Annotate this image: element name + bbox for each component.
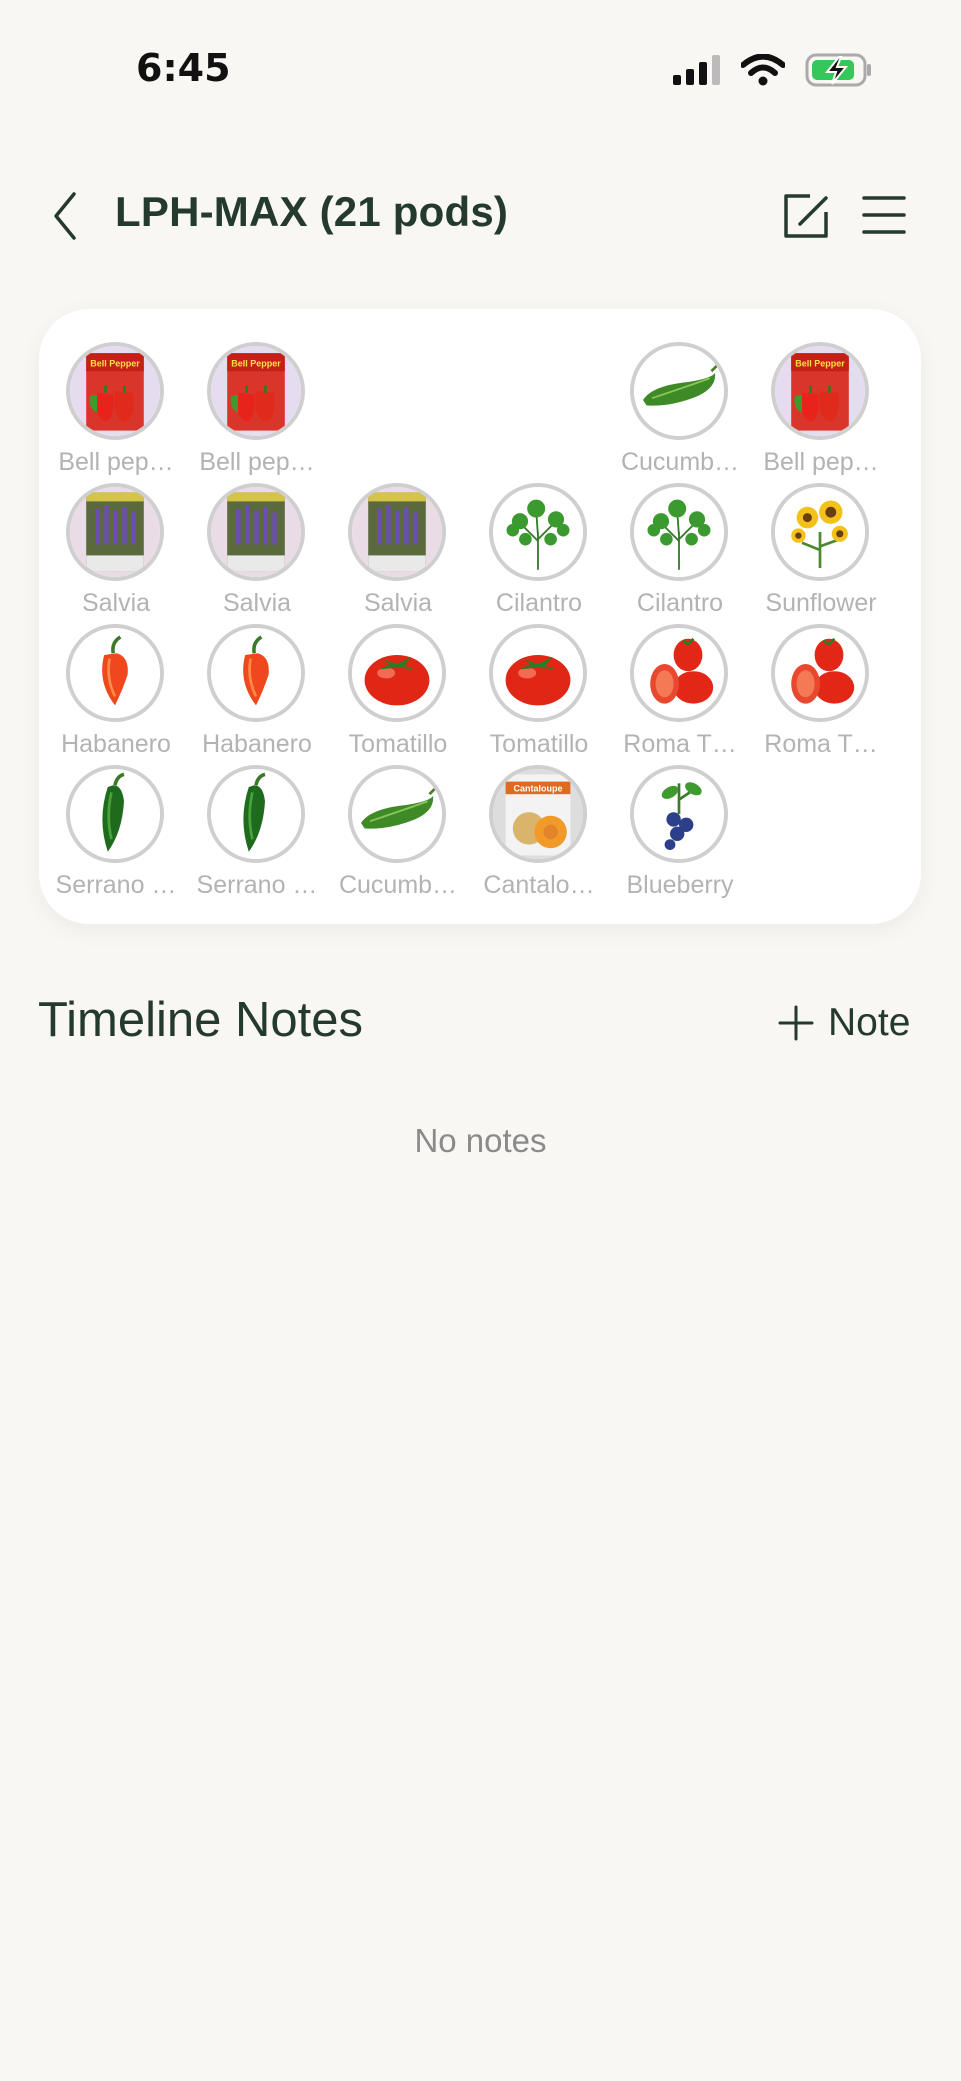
status-icons <box>673 52 873 88</box>
blueberry-icon <box>630 765 728 863</box>
cellular-signal-icon <box>673 55 720 85</box>
bell-pepper-packet-icon: Bell Pepper <box>207 342 305 440</box>
pod-item[interactable]: Roma T… <box>751 624 891 764</box>
pod-label: Habanero <box>61 730 171 758</box>
pod-item[interactable]: Bell Pepper Bell pep… <box>46 342 186 482</box>
serrano-pepper-icon <box>207 765 305 863</box>
timeline-notes-title: Timeline Notes <box>38 993 363 1047</box>
pod-label: Cucumb… <box>338 871 458 899</box>
no-notes-text: No notes <box>414 1122 547 1159</box>
pod-item[interactable]: Bell Pepper Bell pep… <box>187 342 327 482</box>
roma-tomato-icon <box>630 624 728 722</box>
pod-item[interactable]: Salvia <box>187 483 327 623</box>
pod-item[interactable]: Habanero <box>46 624 186 764</box>
svg-text:Bell Pepper: Bell Pepper <box>795 359 845 369</box>
pod-item[interactable]: Tomatillo <box>469 624 609 764</box>
pod-item[interactable]: Serrano … <box>46 765 186 905</box>
pod-label: Sunflower <box>765 589 877 617</box>
pod-label: Bell pep… <box>763 448 879 476</box>
cilantro-icon <box>489 483 587 581</box>
svg-text:Cantaloupe: Cantaloupe <box>513 784 562 794</box>
pod-item[interactable]: Bell Pepper Bell pep… <box>751 342 891 482</box>
roma-tomato-icon <box>771 624 869 722</box>
pod-label: Cilantro <box>495 589 583 617</box>
pod-label: Tomatillo <box>489 730 589 758</box>
salvia-packet-icon <box>207 483 305 581</box>
salvia-packet-icon <box>348 483 446 581</box>
pod-label: Serrano … <box>55 871 177 899</box>
pod-grid-card: Bell Pepper Bell pep… Bell Pepper Bell p… <box>39 309 921 924</box>
bell-pepper-packet-icon: Bell Pepper <box>66 342 164 440</box>
plus-icon <box>778 1005 814 1041</box>
pod-item[interactable]: Habanero <box>187 624 327 764</box>
pod-item[interactable]: Cucumb… <box>328 765 468 905</box>
back-button[interactable] <box>46 190 86 242</box>
pod-label: Salvia <box>363 589 433 617</box>
svg-text:Bell Pepper: Bell Pepper <box>90 359 140 369</box>
sunflower-icon <box>771 483 869 581</box>
pod-label: Salvia <box>222 589 292 617</box>
tomato-icon <box>489 624 587 722</box>
salvia-packet-icon <box>66 483 164 581</box>
pod-item[interactable]: Blueberry <box>610 765 750 905</box>
pod-item[interactable]: Salvia <box>46 483 186 623</box>
pod-item[interactable]: Cucumb… <box>610 342 750 482</box>
pod-label: Roma T… <box>623 730 737 758</box>
battery-charging-icon <box>805 53 871 87</box>
pod-item[interactable]: Cilantro <box>610 483 750 623</box>
wifi-icon <box>741 54 785 86</box>
pod-label: Tomatillo <box>348 730 448 758</box>
edit-button[interactable] <box>780 190 832 242</box>
add-note-button[interactable]: Note <box>778 998 910 1048</box>
pod-label: Bell pep… <box>58 448 174 476</box>
pod-item[interactable]: Tomatillo <box>328 624 468 764</box>
tomato-icon <box>348 624 446 722</box>
pod-item[interactable]: Cilantro <box>469 483 609 623</box>
pod-label: Blueberry <box>626 871 734 899</box>
pod-item[interactable]: Cantaloupe Cantalo… <box>469 765 609 905</box>
habanero-icon <box>207 624 305 722</box>
menu-button[interactable] <box>862 194 906 236</box>
page-title: LPH-MAX (21 pods) <box>115 188 509 235</box>
habanero-icon <box>66 624 164 722</box>
pod-label: Habanero <box>202 730 312 758</box>
cilantro-icon <box>630 483 728 581</box>
add-note-label: Note <box>828 1001 911 1044</box>
pod-item[interactable]: Serrano … <box>187 765 327 905</box>
pod-item[interactable]: Roma T… <box>610 624 750 764</box>
cucumber-icon <box>348 765 446 863</box>
pod-label: Cucumb… <box>620 448 740 476</box>
pod-label: Cilantro <box>636 589 724 617</box>
pod-label: Cantalo… <box>483 871 595 899</box>
status-time: 6:45 <box>136 46 231 90</box>
cucumber-icon <box>630 342 728 440</box>
pod-item[interactable]: Salvia <box>328 483 468 623</box>
pod-item[interactable]: Sunflower <box>751 483 891 623</box>
pod-label: Serrano … <box>196 871 318 899</box>
cantaloupe-packet-icon: Cantaloupe <box>489 765 587 863</box>
pod-label: Salvia <box>81 589 151 617</box>
serrano-pepper-icon <box>66 765 164 863</box>
pod-label: Bell pep… <box>199 448 315 476</box>
svg-text:Bell Pepper: Bell Pepper <box>231 359 281 369</box>
pod-label: Roma T… <box>764 730 878 758</box>
bell-pepper-packet-icon: Bell Pepper <box>771 342 869 440</box>
